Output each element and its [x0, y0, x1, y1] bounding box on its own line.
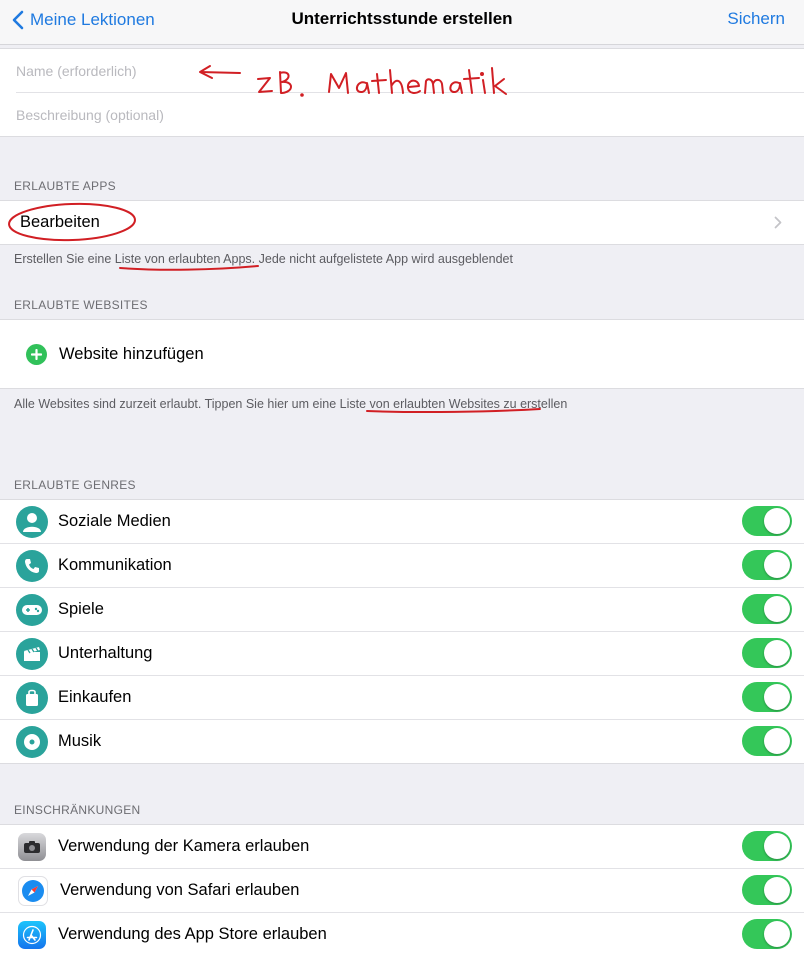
app-store-icon [18, 920, 46, 949]
add-website-label: Website hinzufügen [59, 344, 204, 363]
genre-row-communication: Kommunikation [0, 544, 804, 588]
games-toggle[interactable] [742, 594, 792, 624]
social-media-toggle[interactable] [742, 506, 792, 536]
navigation-bar: Meine Lektionen Unterrichtsstunde erstel… [0, 0, 804, 45]
safari-app-icon [18, 875, 48, 906]
save-button[interactable]: Sichern [727, 9, 785, 29]
allowed-apps-footer-suffix: . Jede nicht aufgelistete App wird ausge… [251, 252, 513, 266]
safari-toggle[interactable] [742, 875, 792, 905]
genre-row-shopping: Einkaufen [0, 676, 804, 720]
genre-row-games: Spiele [0, 588, 804, 632]
plus-circle-icon [26, 343, 47, 365]
genre-label: Spiele [58, 600, 104, 618]
allowed-websites-footer: Alle Websites sind zurzeit erlaubt. Tipp… [14, 397, 567, 411]
allowed-apps-header: ERLAUBTE APPS [14, 179, 116, 193]
genre-row-music: Musik [0, 720, 804, 763]
edit-apps-label: Bearbeiten [20, 213, 100, 231]
phone-icon [16, 549, 48, 582]
restriction-row-app-store: Verwendung des App Store erlauben [0, 913, 804, 956]
allowed-websites-header: ERLAUBTE WEBSITES [14, 298, 148, 312]
entertainment-toggle[interactable] [742, 638, 792, 668]
restrictions-group: Verwendung der Kamera erlauben Verwendun… [0, 824, 804, 965]
restriction-label: Verwendung von Safari erlauben [60, 881, 300, 899]
restriction-label: Verwendung der Kamera erlauben [58, 837, 310, 855]
restriction-label: Verwendung des App Store erlauben [58, 925, 327, 943]
description-field-placeholder: Beschreibung (optional) [16, 106, 164, 123]
genre-label: Unterhaltung [58, 644, 153, 662]
allowed-genres-group: Soziale Medien Kommunikation Spiele Unte… [0, 499, 804, 764]
genre-row-entertainment: Unterhaltung [0, 632, 804, 676]
gamepad-icon [16, 593, 48, 626]
camera-toggle[interactable] [742, 831, 792, 861]
edit-apps-row[interactable]: Bearbeiten [0, 201, 804, 244]
restriction-row-safari: Verwendung von Safari erlauben [0, 869, 804, 913]
allowed-websites-group: Website hinzufügen [0, 319, 804, 389]
lesson-details-group: Name (erforderlich) Beschreibung (option… [0, 48, 804, 137]
restriction-row-camera: Verwendung der Kamera erlauben [0, 825, 804, 869]
restrictions-header: EINSCHRÄNKUNGEN [14, 803, 141, 817]
genre-label: Musik [58, 732, 102, 750]
allowed-apps-list-link[interactable]: Liste von erlaubten Apps [115, 252, 252, 266]
allowed-apps-footer: Erstellen Sie eine Liste von erlaubten A… [14, 252, 513, 266]
app-store-toggle[interactable] [742, 919, 792, 949]
genre-label: Soziale Medien [58, 512, 171, 530]
genre-row-social-media: Soziale Medien [0, 500, 804, 544]
person-icon [16, 505, 48, 538]
genre-label: Kommunikation [58, 556, 172, 574]
annotation-underline-apps [119, 265, 259, 271]
allowed-websites-list-link[interactable]: Liste von erlaubten Websites [340, 397, 500, 411]
name-field-placeholder: Name (erforderlich) [16, 62, 137, 79]
music-toggle[interactable] [742, 726, 792, 756]
description-field[interactable]: Beschreibung (optional) [16, 93, 804, 136]
music-disc-icon [16, 725, 48, 758]
allowed-apps-footer-text: Erstellen Sie eine [14, 252, 115, 266]
camera-app-icon [18, 832, 46, 861]
allowed-websites-footer-text: Alle Websites sind zurzeit erlaubt. Tipp… [14, 397, 340, 411]
shopping-toggle[interactable] [742, 682, 792, 712]
name-field[interactable]: Name (erforderlich) [16, 49, 804, 93]
add-website-row[interactable]: Website hinzufügen [0, 320, 804, 388]
allowed-websites-footer-suffix: zu erstellen [499, 397, 568, 411]
allowed-genres-header: ERLAUBTE GENRES [14, 478, 136, 492]
page-title: Unterrichtsstunde erstellen [291, 9, 513, 28]
clapperboard-icon [16, 637, 48, 670]
chevron-right-icon [774, 216, 782, 229]
shopping-bag-icon [16, 681, 48, 714]
communication-toggle[interactable] [742, 550, 792, 580]
genre-label: Einkaufen [58, 688, 132, 706]
allowed-apps-group: Bearbeiten [0, 200, 804, 245]
